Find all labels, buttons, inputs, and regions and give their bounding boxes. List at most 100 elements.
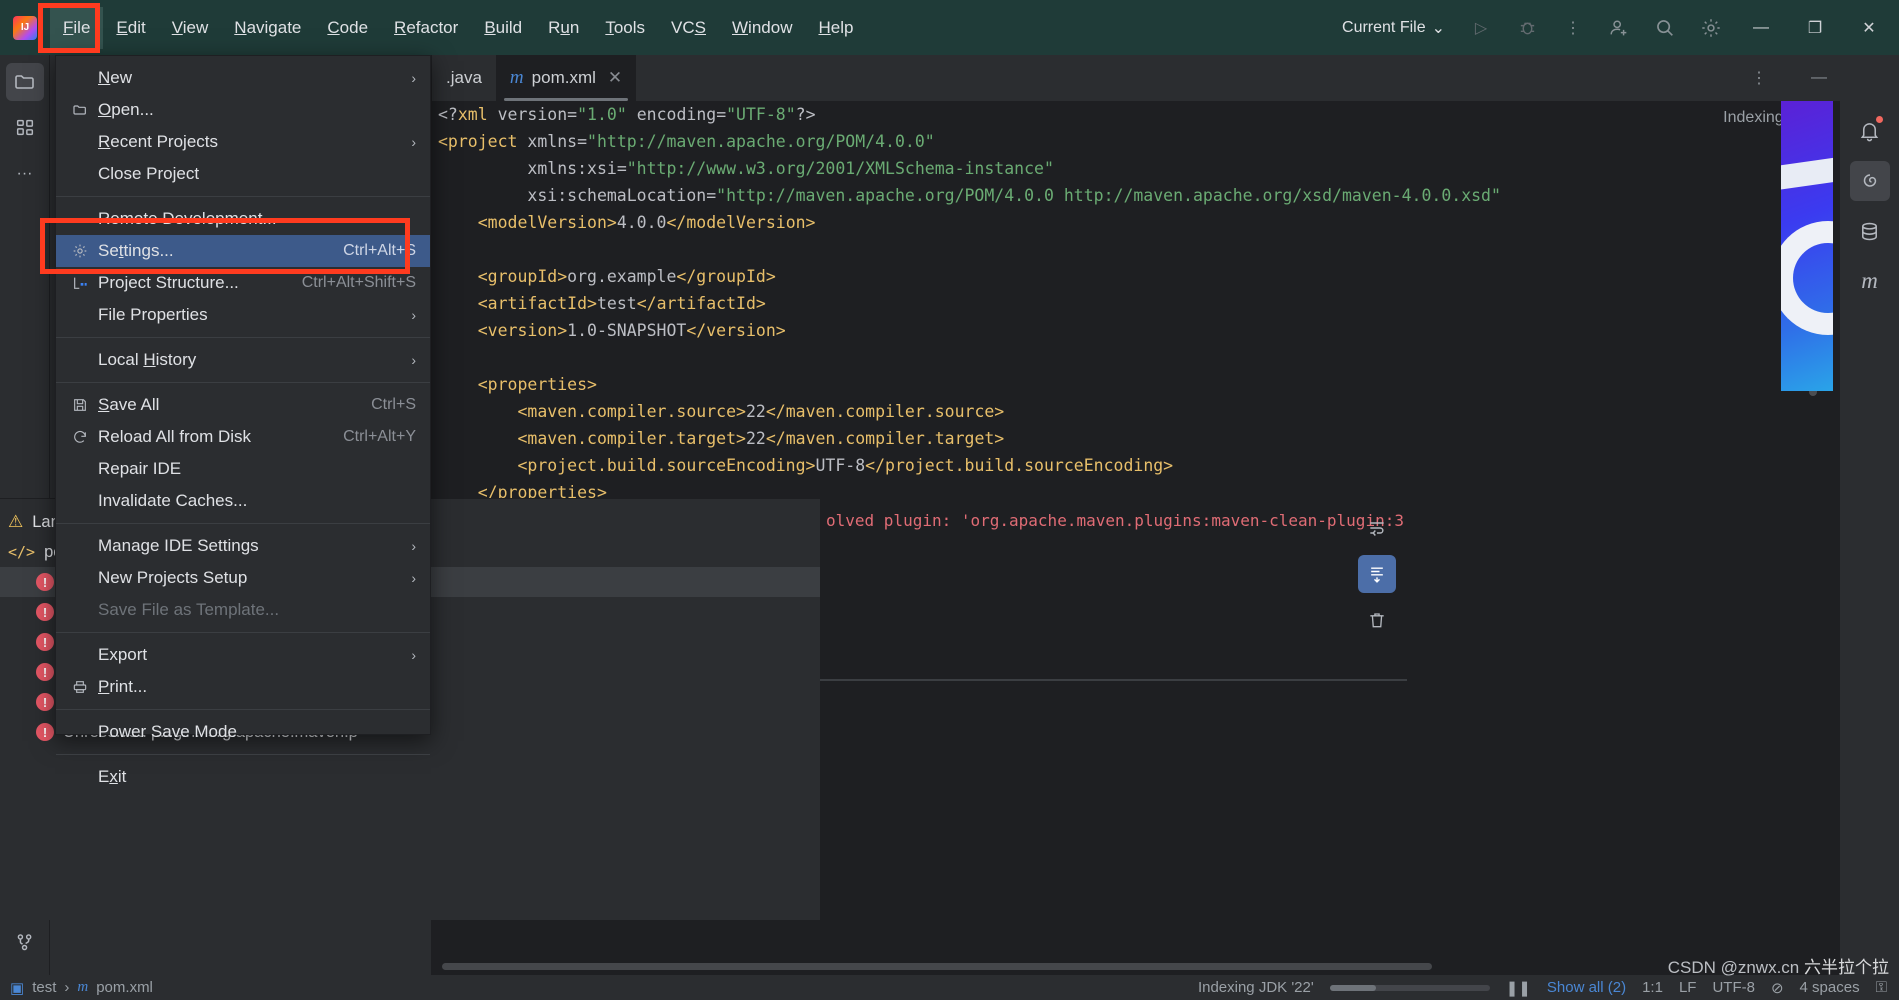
debug-button-icon[interactable] <box>1507 8 1547 48</box>
code-token: org.example <box>567 267 676 286</box>
code-token: </artifactId> <box>637 294 766 313</box>
code-token: xsi:schemaLocation <box>438 186 706 205</box>
code-token: </project.build.sourceEncoding> <box>865 456 1173 475</box>
close-icon[interactable]: ✕ <box>608 68 622 88</box>
code-token: 22 <box>746 429 766 448</box>
menubar-item-file[interactable]: File <box>50 7 103 49</box>
project-structure-icon <box>72 275 98 291</box>
file-menu-item-recent-projects[interactable]: Recent Projects› <box>56 126 430 158</box>
search-icon[interactable] <box>1645 8 1685 48</box>
editor-horizontal-scrollbar[interactable] <box>442 963 1432 970</box>
menubar-item-build[interactable]: Build <box>471 7 535 49</box>
file-menu-item-label: Open... <box>98 100 416 120</box>
editor-more-actions-icon[interactable]: ⋮ <box>1739 58 1779 98</box>
file-menu-dropdown[interactable]: New› Open... Recent Projects› Close Project… <box>55 55 431 735</box>
right-tool-strip: m <box>1839 101 1899 975</box>
intellij-idea-logo-icon <box>0 0 50 55</box>
menu-separator <box>56 382 430 383</box>
clear-all-icon[interactable] <box>1358 601 1396 639</box>
watermark: CSDN @znwx.cn 六半拉个拉 <box>1668 953 1889 978</box>
editor-tab-pomxml[interactable]: m pom.xml ✕ <box>496 55 636 101</box>
file-menu-item-save-all[interactable]: Save AllCtrl+S <box>56 389 430 421</box>
file-menu-item-shortcut: Ctrl+S <box>371 396 416 414</box>
menubar-item-window[interactable]: Window <box>719 7 805 49</box>
add-account-icon[interactable] <box>1599 8 1639 48</box>
window-minimize-button[interactable]: — <box>1737 0 1785 55</box>
file-menu-item-new[interactable]: New› <box>56 62 430 94</box>
warning-icon: ⚠ <box>8 512 23 532</box>
code-line <box>432 344 1899 371</box>
file-menu-item-reload-all-from-disk[interactable]: Reload All from DiskCtrl+Alt+Y <box>56 421 430 453</box>
file-menu-item-local-history[interactable]: Local History› <box>56 344 430 376</box>
more-actions-icon[interactable]: ⋮ <box>1553 8 1593 48</box>
indexing-progress-bar <box>1330 985 1490 991</box>
build-console-output[interactable]: olved plugin: 'org.apache.maven.plugins:… <box>820 499 1407 921</box>
pause-indexing-icon[interactable]: ❚❚ <box>1506 979 1531 997</box>
file-menu-item-export[interactable]: Export› <box>56 639 430 671</box>
soft-wrap-icon[interactable] <box>1358 509 1396 547</box>
file-menu-item-print[interactable]: Print... <box>56 671 430 703</box>
file-menu-item-settings[interactable]: Settings...Ctrl+Alt+S <box>56 235 430 267</box>
intellij-idea-window: FileEditViewNavigateCodeRefactorBuildRun… <box>0 0 1899 1000</box>
editor-tab-java[interactable]: .java <box>432 55 496 101</box>
more-tool-windows-icon[interactable]: ··· <box>6 155 44 193</box>
menubar-item-run[interactable]: Run <box>535 7 592 49</box>
lock-icon[interactable]: ⚿ <box>1876 979 1887 996</box>
menubar-item-code[interactable]: Code <box>314 7 381 49</box>
menubar-item-vcs[interactable]: VCS <box>658 7 719 49</box>
file-menu-item-file-properties[interactable]: File Properties› <box>56 299 430 331</box>
version-control-icon[interactable] <box>6 923 44 961</box>
code-token: 4.0.0 <box>617 213 667 232</box>
code-token: <artifactId> <box>438 294 597 313</box>
indent-label[interactable]: 4 spaces <box>1800 979 1860 996</box>
menubar-item-tools[interactable]: Tools <box>592 7 658 49</box>
settings-gear-icon[interactable] <box>1691 8 1731 48</box>
ai-assistant-icon[interactable] <box>1850 161 1890 201</box>
maven-tool-icon[interactable]: m <box>1850 261 1890 301</box>
file-menu-item-label: Close Project <box>98 164 416 184</box>
breadcrumb-file-label[interactable]: pom.xml <box>96 979 153 996</box>
project-icon[interactable] <box>6 63 44 101</box>
file-menu-item-label: Save File as Template... <box>98 600 416 620</box>
menubar-item-help[interactable]: Help <box>805 7 866 49</box>
run-button-icon[interactable]: ▷ <box>1461 8 1501 48</box>
file-menu-item-new-projects-setup[interactable]: New Projects Setup› <box>56 562 430 594</box>
code-line: <?xml version="1.0" encoding="UTF-8"?> <box>432 101 1899 128</box>
menubar-item-view[interactable]: View <box>159 7 222 49</box>
notifications-icon[interactable] <box>1850 111 1890 151</box>
editor-minimize-icon[interactable]: — <box>1799 58 1839 98</box>
menubar-item-refactor[interactable]: Refactor <box>381 7 471 49</box>
menubar-item-navigate[interactable]: Navigate <box>221 7 314 49</box>
menu-separator <box>56 709 430 710</box>
caret-position-label[interactable]: 1:1 <box>1642 979 1663 996</box>
inspection-widget-icon[interactable]: ⊘ <box>1771 979 1784 997</box>
code-token: <version> <box>438 321 567 340</box>
file-menu-item-repair-ide[interactable]: Repair IDE <box>56 453 430 485</box>
file-menu-item-manage-ide-settings[interactable]: Manage IDE Settings› <box>56 530 430 562</box>
chevron-right-icon: › <box>411 70 416 86</box>
window-maximize-button[interactable]: ❐ <box>1791 0 1839 55</box>
menubar-item-edit[interactable]: Edit <box>103 7 158 49</box>
encoding-label[interactable]: UTF-8 <box>1712 979 1755 996</box>
breadcrumb-project-label[interactable]: test <box>32 979 56 996</box>
code-token: <project.build.sourceEncoding> <box>438 456 816 475</box>
database-icon[interactable] <box>1850 211 1890 251</box>
file-menu-item-close-project[interactable]: Close Project <box>56 158 430 190</box>
file-menu-item-power-save-mode[interactable]: Power Save Mode <box>56 716 430 748</box>
show-all-link[interactable]: Show all (2) <box>1547 979 1626 996</box>
file-menu-item-exit[interactable]: Exit <box>56 761 430 793</box>
file-menu-item-invalidate-caches[interactable]: Invalidate Caches... <box>56 485 430 517</box>
watermark-suffix: 六半拉个拉 <box>1804 958 1889 977</box>
file-menu-item-remote-development[interactable]: Remote Development... <box>56 203 430 235</box>
code-token: "http://maven.apache.org/POM/4.0.0 http:… <box>716 186 1501 205</box>
code-editor[interactable]: <?xml version="1.0" encoding="UTF-8"?><p… <box>432 101 1899 553</box>
file-menu-item-open[interactable]: Open... <box>56 94 430 126</box>
code-line: <project xmlns="http://maven.apache.org/… <box>432 128 1899 155</box>
file-menu-item-label: Invalidate Caches... <box>98 491 416 511</box>
scroll-to-end-icon[interactable] <box>1358 555 1396 593</box>
file-menu-item-project-structure[interactable]: Project Structure...Ctrl+Alt+Shift+S <box>56 267 430 299</box>
run-configuration-selector[interactable]: Current File ⌄ <box>1332 18 1455 38</box>
line-separator-label[interactable]: LF <box>1679 979 1697 996</box>
structure-icon[interactable] <box>6 109 44 147</box>
window-close-button[interactable]: ✕ <box>1845 0 1893 55</box>
